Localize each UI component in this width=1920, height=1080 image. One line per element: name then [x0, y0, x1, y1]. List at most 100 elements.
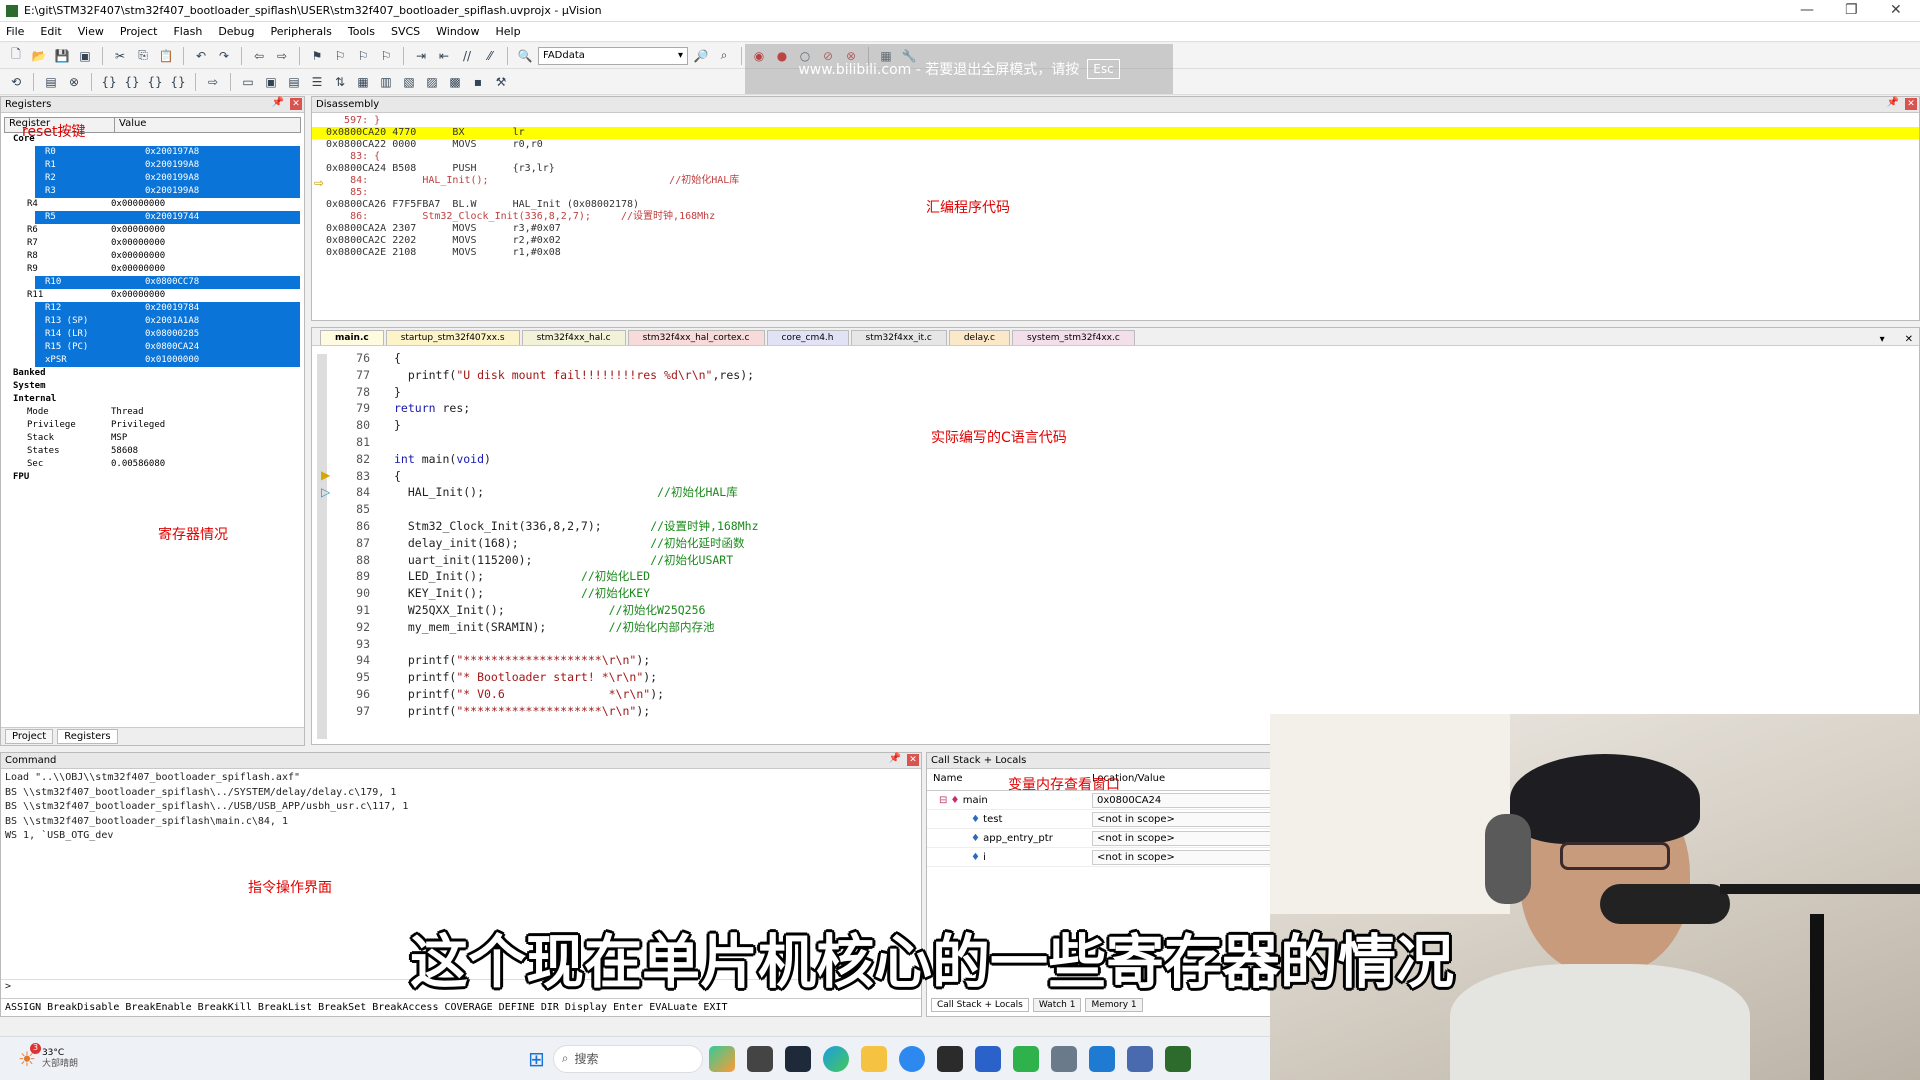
watch-window-icon[interactable]: ▦ — [353, 72, 373, 92]
menu-project[interactable]: Project — [120, 25, 158, 38]
code-line[interactable]: 89 LED_Init(); //初始化LED — [318, 568, 1919, 585]
maximize-icon[interactable]: ❐ — [1845, 2, 1858, 18]
register-row[interactable]: Internal — [1, 393, 304, 406]
new-file-icon[interactable]: 🗋 — [6, 46, 26, 66]
indent-icon[interactable]: ⇥ — [411, 46, 431, 66]
trace-window-icon[interactable]: ▩ — [445, 72, 465, 92]
menu-svcs[interactable]: SVCS — [391, 25, 420, 38]
search-icon[interactable]: 🔎 — [691, 46, 711, 66]
tab-registers[interactable]: Registers — [57, 729, 118, 744]
menu-view[interactable]: View — [78, 25, 104, 38]
disassembly-window-icon[interactable]: ▣ — [261, 72, 281, 92]
code-line[interactable]: 88 uart_init(115200); //初始化USART — [318, 552, 1919, 569]
register-row[interactable]: R0 0x200197A8 — [35, 146, 300, 159]
disassembly-line[interactable]: 0x0800CA2E 2108 MOVS r1,#0x08 — [312, 247, 1919, 259]
file-explorer-icon[interactable] — [860, 1045, 887, 1072]
find-in-files-icon[interactable]: 🔍 — [515, 46, 535, 66]
disassembly-line[interactable]: 0x0800CA24 B508 PUSH {r3,lr} — [312, 163, 1919, 175]
tab-core-cm4[interactable]: core_cm4.h — [766, 330, 849, 345]
reset-icon[interactable]: ⟲ — [6, 72, 26, 92]
bookmark-next-icon[interactable]: ⚐ — [353, 46, 373, 66]
tab-main-c[interactable]: main.c — [320, 330, 384, 345]
code-line[interactable]: 83{ — [318, 468, 1919, 485]
register-row[interactable]: Stack MSP — [1, 432, 304, 445]
task-view-icon[interactable] — [746, 1045, 773, 1072]
register-row[interactable]: Mode Thread — [1, 406, 304, 419]
keil-app-icon[interactable] — [1164, 1045, 1191, 1072]
close-icon[interactable]: ✕ — [1905, 98, 1917, 110]
symbols-window-icon[interactable]: ▤ — [284, 72, 304, 92]
code-line[interactable]: 82 int main(void) — [318, 451, 1919, 468]
code-line[interactable]: 81 — [318, 434, 1919, 451]
register-row[interactable]: xPSR 0x01000000 — [35, 354, 300, 367]
store-app-icon[interactable] — [974, 1045, 1001, 1072]
menu-help[interactable]: Help — [496, 25, 521, 38]
step-into-icon[interactable]: {} — [99, 72, 119, 92]
system-viewer-icon[interactable]: ▪ — [468, 72, 488, 92]
register-row[interactable]: R1 0x200199A8 — [35, 159, 300, 172]
code-line[interactable]: 92 my_mem_init(SRAMIN); //初始化内部内存池 — [318, 619, 1919, 636]
tab-hal-cortex[interactable]: stm32f4xx_hal_cortex.c — [627, 330, 765, 345]
registers-window-icon[interactable]: ☰ — [307, 72, 327, 92]
disassembly-line[interactable]: 597: } — [312, 115, 1919, 127]
code-line[interactable]: 77 printf("U disk mount fail!!!!!!!!res … — [318, 367, 1919, 384]
comment-icon[interactable]: // — [457, 46, 477, 66]
command-window-icon[interactable]: ▭ — [238, 72, 258, 92]
menu-edit[interactable]: Edit — [40, 25, 61, 38]
register-row[interactable]: R4 0x00000000 — [1, 198, 304, 211]
pin-icon[interactable]: 📌 — [272, 97, 284, 108]
disassembly-line[interactable]: 0x0800CA26 F7F5FBA7 BL.W HAL_Init (0x080… — [312, 199, 1919, 211]
nav-back-icon[interactable]: ⇦ — [249, 46, 269, 66]
register-row[interactable]: R13 (SP) 0x2001A1A8 — [35, 315, 300, 328]
tab-startup[interactable]: startup_stm32f407xx.s — [385, 330, 520, 345]
menu-file[interactable]: File — [6, 25, 24, 38]
copy-icon[interactable]: ⎘ — [133, 46, 153, 66]
memory-window-icon[interactable]: ▥ — [376, 72, 396, 92]
code-line[interactable]: 87 delay_init(168); //初始化延时函数 — [318, 535, 1919, 552]
disassembly-line[interactable]: 84: HAL_Init(); //初始化HAL库 — [312, 175, 1919, 187]
code-line[interactable]: 93 — [318, 636, 1919, 653]
register-row[interactable]: R12 0x20019784 — [35, 302, 300, 315]
col-value[interactable]: Value — [115, 118, 146, 132]
minimize-icon[interactable]: — — [1800, 2, 1814, 18]
register-row[interactable]: R15 (PC) 0x0800CA24 — [35, 341, 300, 354]
register-row[interactable]: R8 0x00000000 — [1, 250, 304, 263]
pin-icon[interactable]: 📌 — [1887, 97, 1899, 108]
register-row[interactable]: R3 0x200199A8 — [35, 185, 300, 198]
tab-watch[interactable]: Watch 1 — [1032, 998, 1082, 1012]
open-folder-icon[interactable]: 📂 — [29, 46, 49, 66]
remote-app-icon[interactable] — [1126, 1045, 1153, 1072]
disassembly-line[interactable]: 0x0800CA2C 2202 MOVS r2,#0x02 — [312, 235, 1919, 247]
register-row[interactable]: FPU — [1, 471, 304, 484]
register-row[interactable]: R11 0x00000000 — [1, 289, 304, 302]
menu-peripherals[interactable]: Peripherals — [271, 25, 332, 38]
register-row[interactable]: R5 0x20019744 — [35, 211, 300, 224]
vscode-app-icon[interactable] — [1088, 1045, 1115, 1072]
code-line[interactable]: 80} — [318, 417, 1919, 434]
disassembly-line[interactable]: 0x0800CA2A 2307 MOVS r3,#0x07 — [312, 223, 1919, 235]
code-area[interactable]: 76 {77 printf("U disk mount fail!!!!!!!!r… — [312, 346, 1919, 720]
disassembly-line[interactable]: 86: Stm32_Clock_Init(336,8,2,7); //设置时钟,… — [312, 211, 1919, 223]
step-over-icon[interactable]: {} — [122, 72, 142, 92]
register-row[interactable]: R2 0x200199A8 — [35, 172, 300, 185]
register-row[interactable]: States 58608 — [1, 445, 304, 458]
close-icon[interactable]: ✕ — [907, 754, 919, 766]
weather-widget[interactable]: ☀ 3 33°C 大部晴朗 — [18, 1042, 108, 1071]
edge-browser-icon[interactable] — [822, 1045, 849, 1072]
register-row[interactable]: Sec 0.00586080 — [1, 458, 304, 471]
show-next-statement-icon[interactable]: ⇨ — [203, 72, 223, 92]
close-icon[interactable]: ✕ — [1890, 2, 1902, 18]
analysis-window-icon[interactable]: ▨ — [422, 72, 442, 92]
unindent-icon[interactable]: ⇤ — [434, 46, 454, 66]
menu-flash[interactable]: Flash — [173, 25, 202, 38]
tab-it-c[interactable]: stm32f4xx_it.c — [850, 330, 947, 345]
menu-debug[interactable]: Debug — [218, 25, 254, 38]
register-row[interactable]: R7 0x00000000 — [1, 237, 304, 250]
camera-app-icon[interactable] — [1050, 1045, 1077, 1072]
code-line[interactable]: 78} — [318, 384, 1919, 401]
disassembly-line[interactable]: 83: { — [312, 151, 1919, 163]
uncomment-icon[interactable]: ⁄⁄ — [480, 46, 500, 66]
save-all-icon[interactable]: ▣ — [75, 46, 95, 66]
tab-list-chevron-icon[interactable]: ▾ — [1880, 334, 1885, 345]
ie-browser-icon[interactable] — [898, 1045, 925, 1072]
